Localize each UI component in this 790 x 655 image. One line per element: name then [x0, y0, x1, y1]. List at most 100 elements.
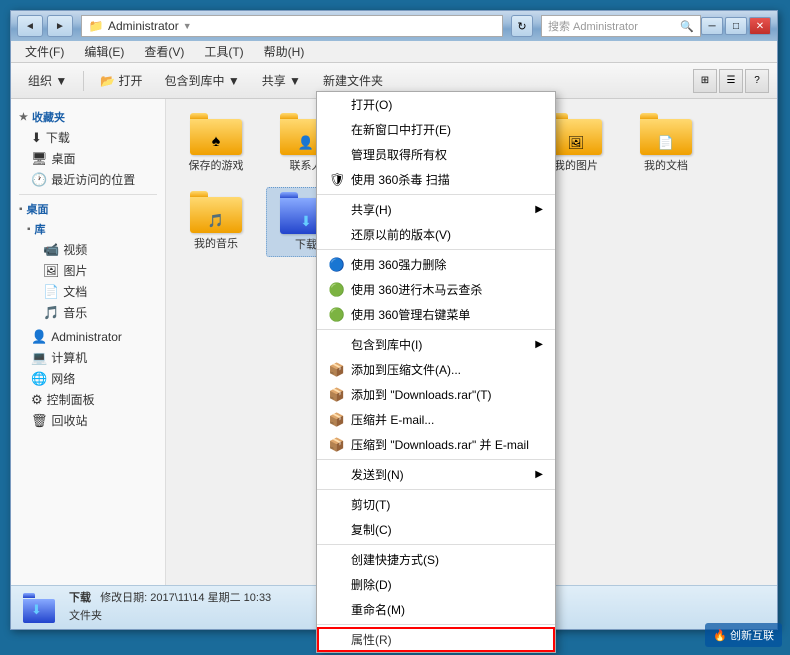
sidebar-item-music[interactable]: 🎵 音乐 [11, 302, 165, 323]
music-label: 音乐 [63, 304, 87, 321]
close-button[interactable]: ✕ [749, 17, 771, 35]
ctx-share[interactable]: 共享(H) ▶ [317, 197, 555, 222]
library-header[interactable]: ▪ 库 [11, 219, 165, 239]
maximize-button[interactable]: □ [725, 17, 747, 35]
ctx-sendto-icon [329, 467, 345, 483]
desktop-header-label: 桌面 [27, 201, 49, 217]
ctx-take-ownership[interactable]: 管理员取得所有权 [317, 142, 555, 167]
maximize-icon: □ [733, 21, 739, 32]
sidebar-item-recycle-bin[interactable]: 🗑 回收站 [11, 410, 165, 431]
title-bar-left: ◄ ► 📁 Administrator ▼ ↻ 搜索 Administrator… [17, 15, 701, 37]
refresh-icon: ↻ [517, 20, 526, 33]
refresh-button[interactable]: ↻ [511, 15, 533, 37]
ctx-compress-rar-email[interactable]: 📦 压缩到 "Downloads.rar" 并 E-mail [317, 432, 555, 457]
menu-file[interactable]: 文件(F) [19, 41, 70, 62]
ctx-create-shortcut[interactable]: 创建快捷方式(S) [317, 547, 555, 572]
back-icon: ◄ [25, 21, 35, 32]
ctx-360-rightclick[interactable]: 🟢 使用 360管理右键菜单 [317, 302, 555, 327]
ctx-compress-email[interactable]: 📦 压缩并 E-mail... [317, 407, 555, 432]
back-button[interactable]: ◄ [17, 15, 43, 37]
sidebar-item-network[interactable]: 🌐 网络 [11, 368, 165, 389]
folder-icon-my-docs: 📄 [640, 113, 692, 155]
ctx-360-delete[interactable]: 🔵 使用 360强力删除 [317, 252, 555, 277]
ctx-cut-label: 剪切(T) [351, 496, 390, 513]
include-library-button[interactable]: 包含到库中 ▼ [156, 68, 249, 93]
ctx-rename[interactable]: 重命名(M) [317, 597, 555, 622]
ctx-open-label: 打开(O) [351, 96, 392, 113]
ctx-properties[interactable]: 属性(R) [317, 627, 555, 652]
sidebar-item-computer[interactable]: 💻 计算机 [11, 347, 165, 368]
control-panel-label: 控制面板 [47, 391, 95, 408]
sidebar-item-control-panel[interactable]: ⚙ 控制面板 [11, 389, 165, 410]
menu-help[interactable]: 帮助(H) [258, 41, 311, 62]
file-item-my-docs[interactable]: 📄 我的文档 [626, 109, 706, 177]
context-menu: 打开(O) 在新窗口中打开(E) 管理员取得所有权 🛡 使用 360杀毒 扫描 … [316, 91, 556, 653]
ctx-sep-7 [317, 624, 555, 625]
menu-edit[interactable]: 编辑(E) [78, 41, 130, 62]
file-label-saved-games: 保存的游戏 [189, 157, 244, 173]
menu-view[interactable]: 查看(V) [138, 41, 190, 62]
ctx-sendto[interactable]: 发送到(N) ▶ [317, 462, 555, 487]
file-label-download: 下载 [295, 236, 317, 252]
minimize-button[interactable]: ─ [701, 17, 723, 35]
ctx-restore[interactable]: 还原以前的版本(V) [317, 222, 555, 247]
sidebar-item-documents[interactable]: 📄 文档 [11, 281, 165, 302]
ctx-open-new-window[interactable]: 在新窗口中打开(E) [317, 117, 555, 142]
address-text: Administrator [108, 19, 179, 33]
library-label: 库 [35, 221, 46, 237]
forward-button[interactable]: ► [47, 15, 73, 37]
ctx-open-new-label: 在新窗口中打开(E) [351, 121, 451, 138]
ctx-sep-6 [317, 544, 555, 545]
music-icon: 🎵 [43, 305, 59, 321]
ctx-add-rar-icon: 📦 [329, 387, 345, 403]
status-type: 文件夹 [69, 608, 271, 626]
status-folder-arrow: ⬇ [31, 602, 42, 618]
ctx-add-archive-label: 添加到压缩文件(A)... [351, 361, 461, 378]
ctx-add-rar[interactable]: 📦 添加到 "Downloads.rar"(T) [317, 382, 555, 407]
sidebar-item-pictures[interactable]: 🖼 图片 [11, 260, 165, 281]
ctx-360-scan[interactable]: 🛡 使用 360杀毒 扫描 [317, 167, 555, 192]
ctx-delete[interactable]: 删除(D) [317, 572, 555, 597]
favorites-header[interactable]: ★ 收藏夹 [11, 107, 165, 127]
new-folder-label: 新建文件夹 [323, 72, 383, 89]
menu-bar: 文件(F) 编辑(E) 查看(V) 工具(T) 帮助(H) [11, 41, 777, 63]
organize-label: 组织 ▼ [28, 72, 67, 89]
organize-button[interactable]: 组织 ▼ [19, 68, 76, 93]
sidebar-item-desktop[interactable]: 🖥 桌面 [11, 148, 165, 169]
ctx-360-trojan[interactable]: 🟢 使用 360进行木马云查杀 [317, 277, 555, 302]
address-arrow: ▼ [183, 21, 192, 31]
ctx-cut[interactable]: 剪切(T) [317, 492, 555, 517]
explorer-window: ◄ ► 📁 Administrator ▼ ↻ 搜索 Administrator… [10, 10, 778, 630]
ctx-shortcut-label: 创建快捷方式(S) [351, 551, 439, 568]
sidebar-item-administrator[interactable]: 👤 Administrator [11, 327, 165, 347]
new-folder-button[interactable]: 新建文件夹 [314, 68, 392, 93]
menu-tools[interactable]: 工具(T) [198, 41, 249, 62]
sidebar-item-recent[interactable]: 🕐 最近访问的位置 [11, 169, 165, 190]
sidebar-item-download[interactable]: ⬇ 下载 [11, 127, 165, 148]
view-list-button[interactable]: ☰ [719, 69, 743, 93]
ctx-copy[interactable]: 复制(C) [317, 517, 555, 542]
ctx-add-archive-icon: 📦 [329, 362, 345, 378]
desktop-header[interactable]: ▪ 桌面 [11, 199, 165, 219]
sidebar: ★ 收藏夹 ⬇ 下载 🖥 桌面 🕐 最近访问的位置 [11, 99, 166, 585]
file-item-saved-games[interactable]: ♠ 保存的游戏 [176, 109, 256, 177]
ctx-open[interactable]: 打开(O) [317, 92, 555, 117]
share-button[interactable]: 共享 ▼ [253, 68, 310, 93]
status-modified-text: 修改日期: 2017\11\14 星期二 10:33 [100, 592, 271, 604]
search-icon: 🔍 [680, 20, 694, 33]
search-bar[interactable]: 搜索 Administrator 🔍 [541, 15, 701, 37]
ctx-add-archive[interactable]: 📦 添加到压缩文件(A)... [317, 357, 555, 382]
address-bar[interactable]: 📁 Administrator ▼ [81, 15, 503, 37]
ctx-restore-icon [329, 227, 345, 243]
ctx-360-scan-icon: 🛡 [329, 172, 345, 188]
sidebar-item-video[interactable]: 📹 视频 [11, 239, 165, 260]
ctx-360-rightclick-icon: 🟢 [329, 307, 345, 323]
desktop-section: ▪ 桌面 ▪ 库 📹 视频 🖼 图片 [11, 199, 165, 431]
view-tiles-button[interactable]: ⊞ [693, 69, 717, 93]
network-label: 网络 [51, 370, 75, 387]
open-button[interactable]: 📂 打开 [91, 68, 151, 93]
ctx-360-delete-icon: 🔵 [329, 257, 345, 273]
file-item-my-music[interactable]: 🎵 我的音乐 [176, 187, 256, 257]
ctx-include-library[interactable]: 包含到库中(I) ▶ [317, 332, 555, 357]
help-button[interactable]: ? [745, 69, 769, 93]
